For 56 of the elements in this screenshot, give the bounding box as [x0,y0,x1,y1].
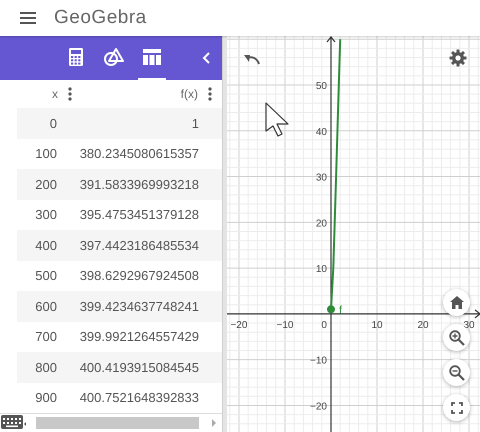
table-cell-text: 800 [34,360,57,375]
table-cell-text: 300 [34,207,57,222]
table-cell-text: 380.2345080615357 [78,146,199,162]
zoom-out-icon [448,364,464,380]
y-tick-label: 50 [316,80,327,92]
collapse-icon[interactable] [202,52,210,64]
y-tick-label: 10 [316,264,327,276]
x-tick-label: 20 [417,320,429,331]
curve-label: f [339,304,342,316]
table-cell-text: 391.5833969993218 [78,176,199,192]
x-tick-label: 10 [371,320,383,331]
table-cell-text: 399.9921264557429 [78,329,199,344]
fullscreen-button[interactable] [443,394,470,421]
y-tick-label: 40 [316,126,327,138]
app-logo: GeoGebra [54,7,147,29]
shapes-icon [103,47,125,67]
x-tick-label: −10 [276,320,294,331]
table-cell-text: 0 [48,116,57,131]
x-tick-label: 30 [463,320,475,331]
point[interactable] [327,305,335,314]
column-header: x [52,87,58,101]
y-tick-label: −10 [310,356,327,367]
table-cell-text: 400.4193915084545 [78,360,199,375]
table-cell-text: 700 [34,329,57,344]
table-cell-text: 398.6292967924508 [78,268,199,284]
y-tick-label: 30 [316,172,327,184]
table-cell-text: 900 [34,390,57,406]
column-header: f(x) [180,87,198,101]
keyboard-icon[interactable] [0,414,26,432]
more-icon[interactable] [68,87,72,101]
zoom-out-button[interactable] [443,359,470,386]
x-tick-label: −20 [230,320,248,331]
table-cell-text: 400.7521648392833 [78,390,199,406]
scrollbar-thumb[interactable] [36,417,199,429]
settings-icon[interactable] [449,49,467,67]
home-button[interactable] [443,289,470,316]
table-cell-text: 600 [34,298,57,314]
zoom-in-icon [448,330,464,346]
y-tick-label: 20 [316,218,327,230]
undo-icon[interactable] [243,53,261,65]
y-tick-label: −20 [310,401,327,412]
table-cell-text: 395.4753451379128 [78,207,199,222]
table-cell-text: 400 [34,238,57,253]
table-cell-text: 200 [34,176,57,192]
table-cell-text: 500 [34,268,57,284]
more-icon[interactable] [208,87,212,101]
origin-label: 0 [321,320,327,331]
table-icon [143,49,161,65]
table-cell-text: 100 [34,146,57,162]
home-icon [450,296,464,309]
table-cell-text: 399.4234637748241 [78,298,199,314]
table-cell-text: 1 [190,116,199,131]
calculator-icon [69,48,83,66]
menu-icon[interactable] [20,12,36,24]
fullscreen-icon [450,402,462,414]
table-cell-text: 397.4423186485534 [78,238,199,253]
